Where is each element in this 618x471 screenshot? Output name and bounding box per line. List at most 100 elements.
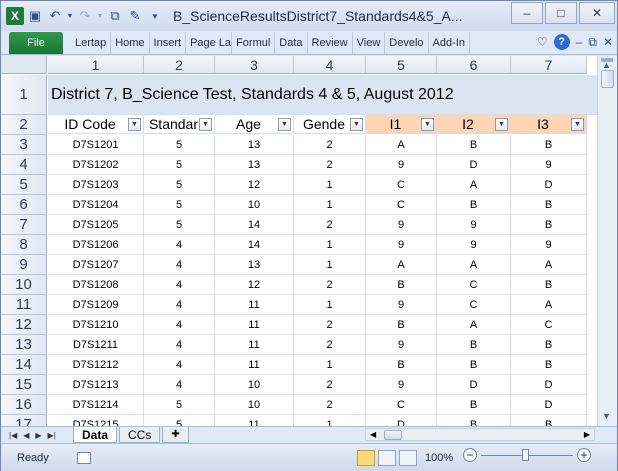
table-cell[interactable]: 1 [294, 195, 366, 215]
column-label-cell[interactable]: I3 ▼ [511, 115, 587, 134]
table-cell[interactable]: A [437, 175, 511, 195]
table-cell[interactable]: A [511, 295, 587, 315]
table-cell[interactable]: 4 [144, 315, 215, 335]
tab-page-layout[interactable]: Page La [186, 31, 233, 54]
table-cell[interactable]: 9 [366, 295, 437, 315]
table-cell[interactable]: D [511, 375, 587, 395]
filter-dropdown-icon[interactable]: ▼ [495, 117, 508, 131]
scroll-up-arrow-icon[interactable]: ▲ [602, 60, 611, 70]
macro-record-icon[interactable] [76, 451, 91, 464]
table-cell[interactable]: 9 [366, 155, 437, 175]
table-cell[interactable]: B [437, 395, 511, 415]
column-label-cell[interactable]: ID Code ▼ [48, 115, 144, 134]
table-cell[interactable]: A [366, 135, 437, 155]
table-cell[interactable]: 1 [294, 295, 366, 315]
row-header[interactable]: 1 [1, 75, 47, 115]
column-header[interactable]: 6 [437, 56, 511, 74]
table-cell[interactable]: D [437, 155, 511, 175]
column-label-cell[interactable]: I1 ▼ [366, 115, 437, 134]
table-cell[interactable]: 4 [144, 335, 215, 355]
table-cell[interactable]: 2 [294, 315, 366, 335]
vertical-scrollbar[interactable]: ▲ ▼ [597, 56, 617, 426]
row-header[interactable]: 11 [1, 295, 47, 315]
table-cell[interactable]: 4 [144, 295, 215, 315]
table-cell[interactable]: 14 [215, 215, 294, 235]
page-break-view-icon[interactable] [399, 450, 417, 466]
table-cell[interactable]: B [437, 335, 511, 355]
undo-dropdown-icon[interactable]: ▼ [65, 6, 75, 26]
table-cell[interactable]: B [511, 335, 587, 355]
format-painter-icon[interactable]: ✎ [125, 6, 145, 26]
table-cell[interactable]: A [437, 315, 511, 335]
redo-dropdown-icon[interactable]: ▼ [95, 6, 105, 26]
table-cell[interactable]: C [366, 175, 437, 195]
table-cell[interactable]: D7S1206 [48, 235, 144, 255]
column-header[interactable]: 5 [366, 56, 437, 74]
tab-lertap[interactable]: Lertap [71, 31, 112, 54]
table-cell[interactable]: C [511, 315, 587, 335]
table-cell[interactable]: 5 [144, 215, 215, 235]
table-cell[interactable]: 4 [144, 255, 215, 275]
last-sheet-icon[interactable]: ▶| [48, 431, 56, 440]
table-cell[interactable]: B [437, 355, 511, 375]
row-header[interactable]: 2 [1, 115, 47, 135]
table-cell[interactable]: 13 [215, 255, 294, 275]
table-cell[interactable]: 14 [215, 235, 294, 255]
table-cell[interactable]: 5 [144, 415, 215, 426]
table-cell[interactable]: C [366, 395, 437, 415]
table-cell[interactable]: D7S1210 [48, 315, 144, 335]
row-header[interactable]: 5 [1, 175, 47, 195]
table-cell[interactable]: 13 [215, 155, 294, 175]
column-label-cell[interactable]: Age ▼ [215, 115, 294, 134]
table-cell[interactable]: 10 [215, 375, 294, 395]
horizontal-scrollbar[interactable]: ◀ ▶ [365, 428, 595, 441]
row-header[interactable]: 9 [1, 255, 47, 275]
filter-dropdown-icon[interactable]: ▼ [278, 117, 291, 131]
file-tab[interactable]: File [9, 31, 63, 54]
table-cell[interactable]: 9 [511, 155, 587, 175]
tab-data[interactable]: Data [275, 31, 308, 54]
column-header[interactable]: 3 [215, 56, 294, 74]
table-cell[interactable]: 11 [215, 415, 294, 426]
horizontal-scroll-thumb[interactable] [384, 430, 402, 440]
tab-developer[interactable]: Develo [385, 31, 429, 54]
table-cell[interactable]: 5 [144, 155, 215, 175]
table-cell[interactable]: D7S1205 [48, 215, 144, 235]
row-header[interactable]: 8 [1, 235, 47, 255]
table-cell[interactable]: 2 [294, 215, 366, 235]
table-cell[interactable]: C [437, 295, 511, 315]
table-cell[interactable]: C [366, 195, 437, 215]
filter-dropdown-icon[interactable]: ▼ [128, 117, 141, 131]
table-cell[interactable]: 1 [294, 415, 366, 426]
filter-dropdown-icon[interactable]: ▼ [350, 117, 363, 131]
next-sheet-icon[interactable]: ▶ [35, 431, 41, 440]
excel-logo-icon[interactable]: X [5, 6, 25, 26]
table-cell[interactable]: D7S1215 [48, 415, 144, 426]
row-header[interactable]: 10 [1, 275, 47, 295]
table-cell[interactable]: 10 [215, 395, 294, 415]
customize-qat-icon[interactable]: ▼ [145, 6, 165, 26]
column-label-cell[interactable]: Gende ▼ [294, 115, 366, 134]
table-cell[interactable]: 5 [144, 135, 215, 155]
sheet-tab-data[interactable]: Data [73, 427, 118, 443]
table-cell[interactable]: 11 [215, 295, 294, 315]
column-header[interactable]: 4 [294, 56, 366, 74]
table-cell[interactable]: 11 [215, 315, 294, 335]
table-cell[interactable]: B [366, 275, 437, 295]
column-header[interactable]: 2 [144, 56, 215, 74]
table-cell[interactable]: A [437, 255, 511, 275]
table-cell[interactable]: D7S1202 [48, 155, 144, 175]
zoom-in-button[interactable]: + [577, 448, 591, 462]
table-cell[interactable]: D7S1204 [48, 195, 144, 215]
column-header[interactable]: 7 [511, 56, 587, 74]
table-cell[interactable]: D7S1208 [48, 275, 144, 295]
table-cell[interactable]: 9 [511, 235, 587, 255]
restore-workbook-icon[interactable]: – [576, 35, 583, 49]
workbook-window-icon[interactable]: ⧉ [588, 35, 597, 50]
table-cell[interactable]: 9 [366, 375, 437, 395]
table-cell[interactable]: D7S1209 [48, 295, 144, 315]
scroll-right-arrow-icon[interactable]: ▶ [584, 430, 590, 439]
table-cell[interactable]: 2 [294, 335, 366, 355]
maximize-button[interactable]: □ [545, 2, 577, 24]
table-cell[interactable]: D7S1212 [48, 355, 144, 375]
